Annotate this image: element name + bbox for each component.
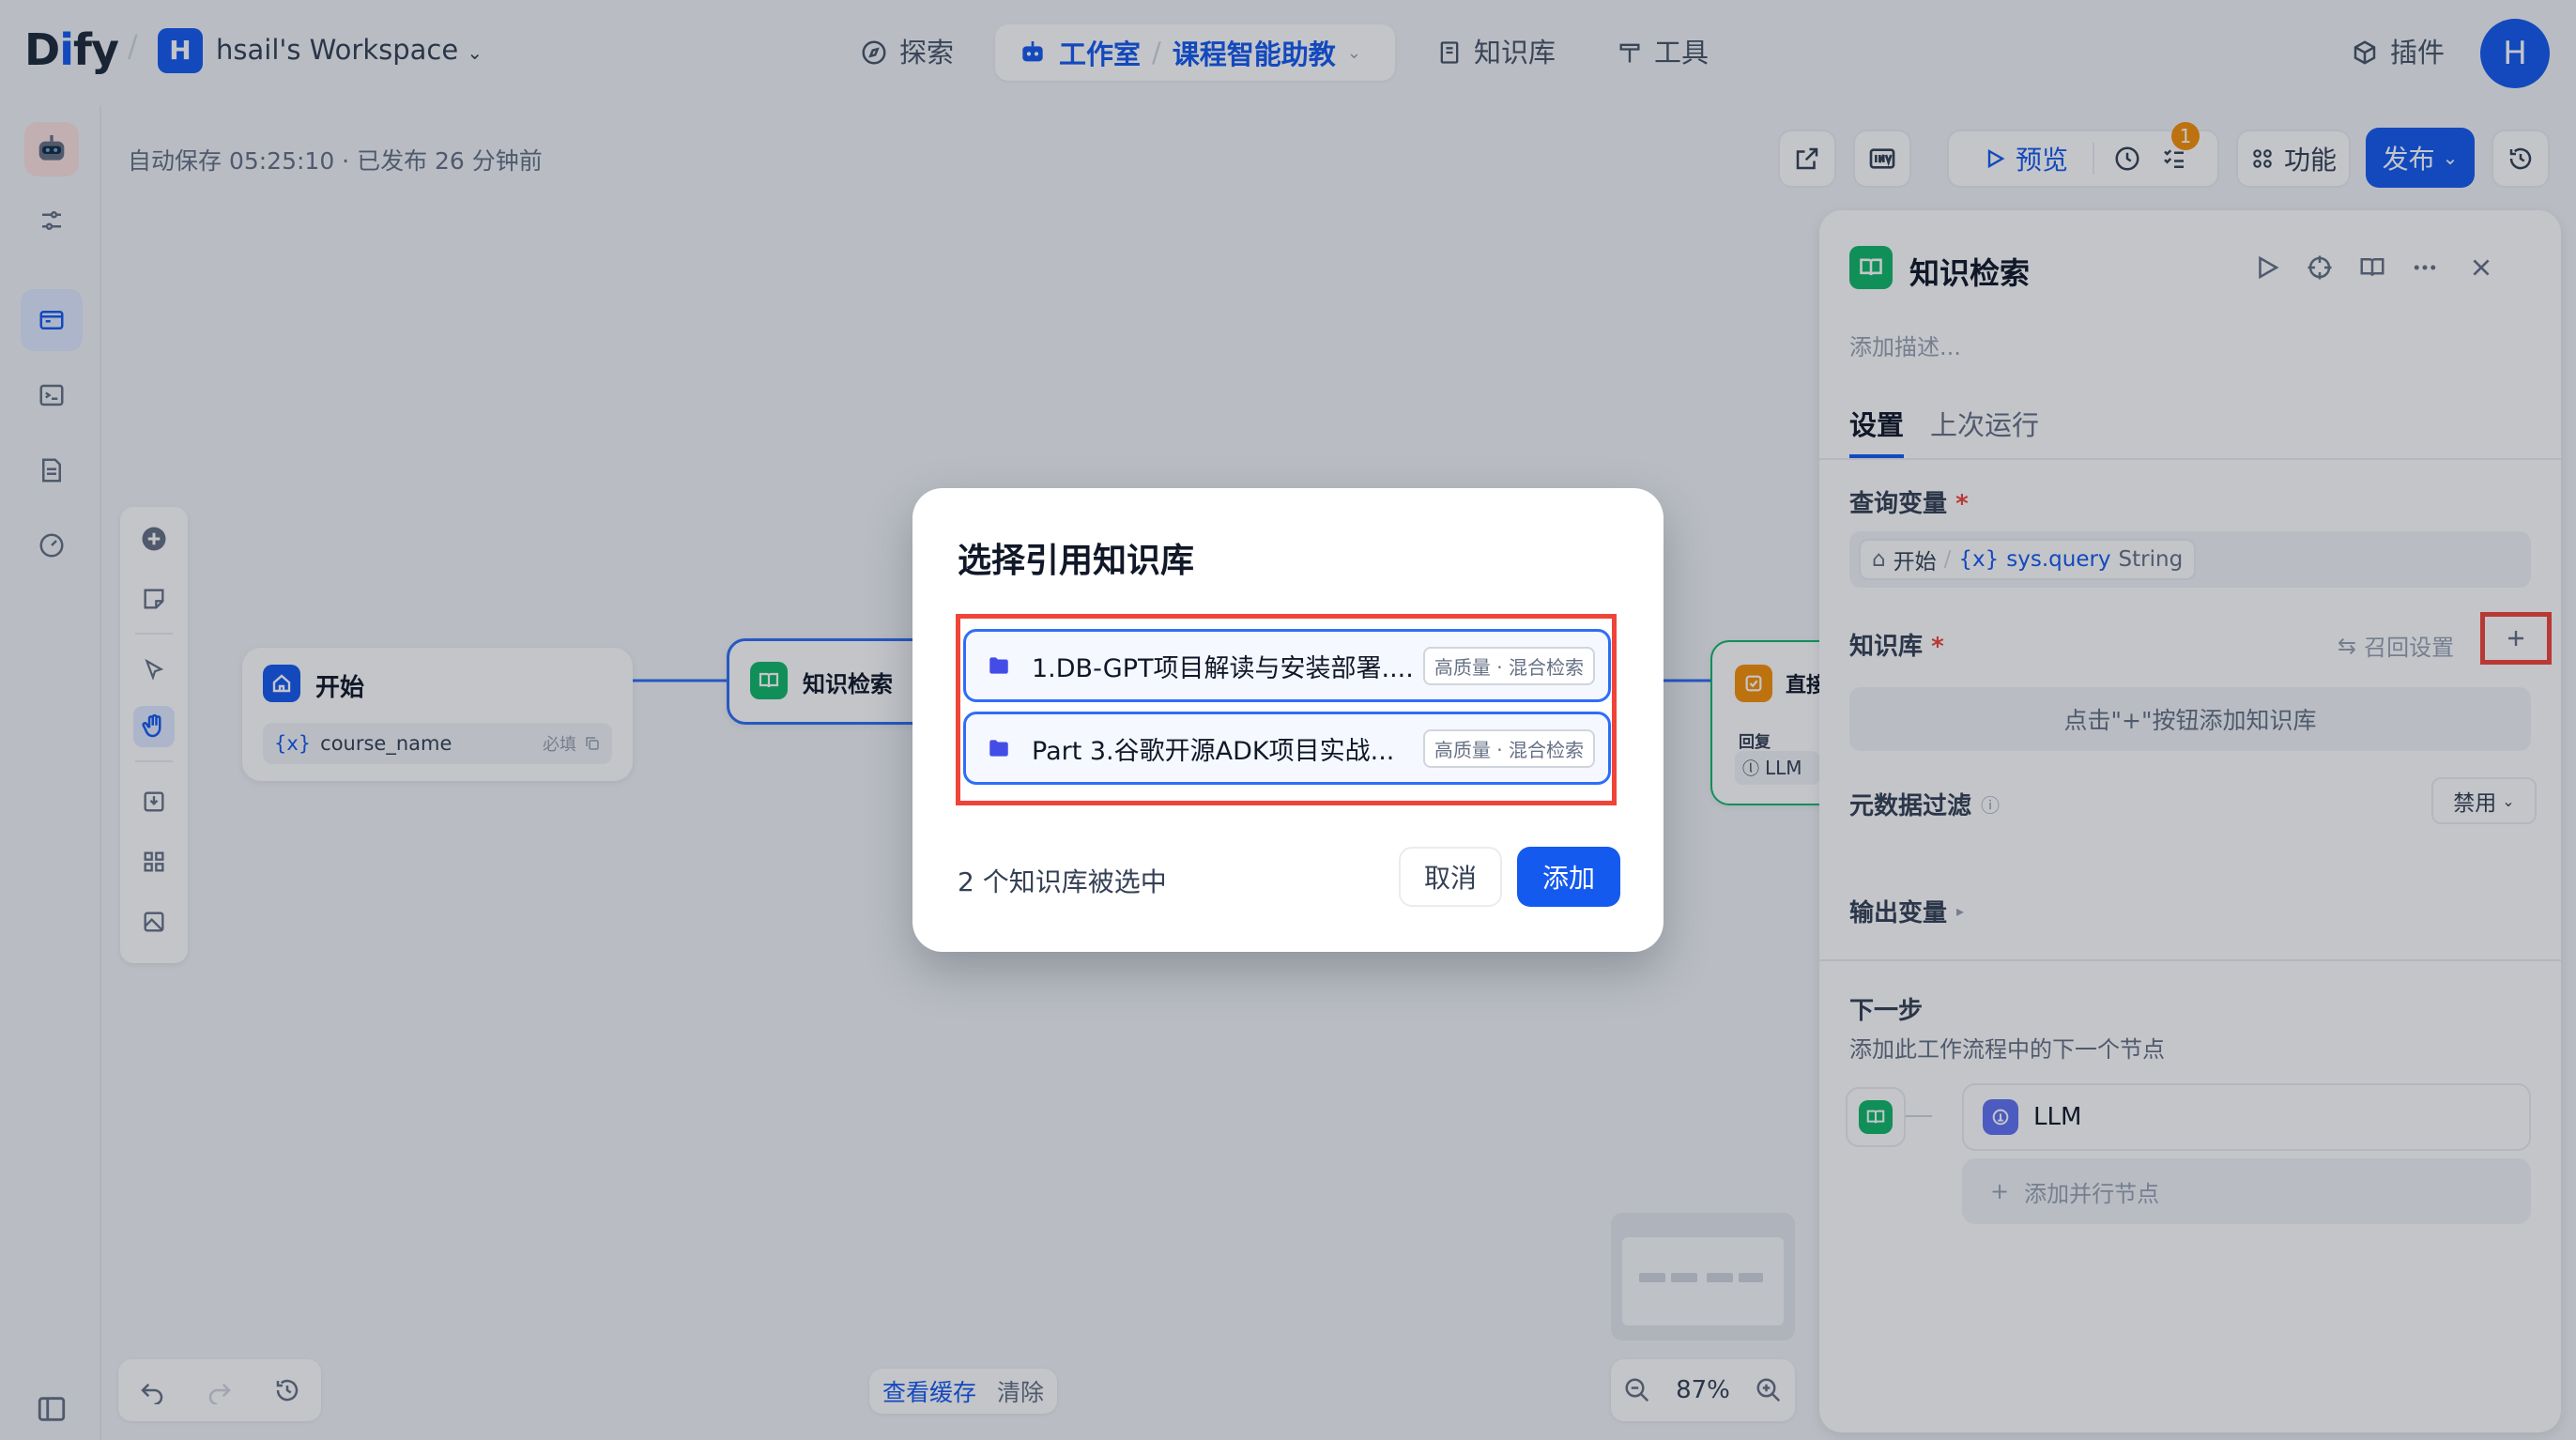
selected-count: 2 个知识库被选中 <box>958 866 1167 897</box>
modal-title: 选择引用知识库 <box>958 542 1195 580</box>
folder-icon <box>989 740 1008 757</box>
knowledge-item-name: Part 3.谷歌开源ADK项目实战... <box>1032 736 1395 766</box>
knowledge-item[interactable]: 1.DB-GPT项目解读与安装部署.... 高质量 · 混合检索 <box>963 629 1611 702</box>
cancel-button[interactable]: 取消 <box>1399 847 1502 907</box>
folder-icon <box>989 657 1008 674</box>
knowledge-item-tag: 高质量 · 混合检索 <box>1422 728 1595 768</box>
add-button[interactable]: 添加 <box>1517 847 1620 907</box>
knowledge-item-name: 1.DB-GPT项目解读与安装部署.... <box>1032 653 1414 683</box>
knowledge-item-tag: 高质量 · 混合检索 <box>1422 646 1595 685</box>
knowledge-item[interactable]: Part 3.谷歌开源ADK项目实战... 高质量 · 混合检索 <box>963 712 1611 785</box>
select-knowledge-modal: 选择引用知识库 1.DB-GPT项目解读与安装部署.... 高质量 · 混合检索… <box>912 488 1664 952</box>
